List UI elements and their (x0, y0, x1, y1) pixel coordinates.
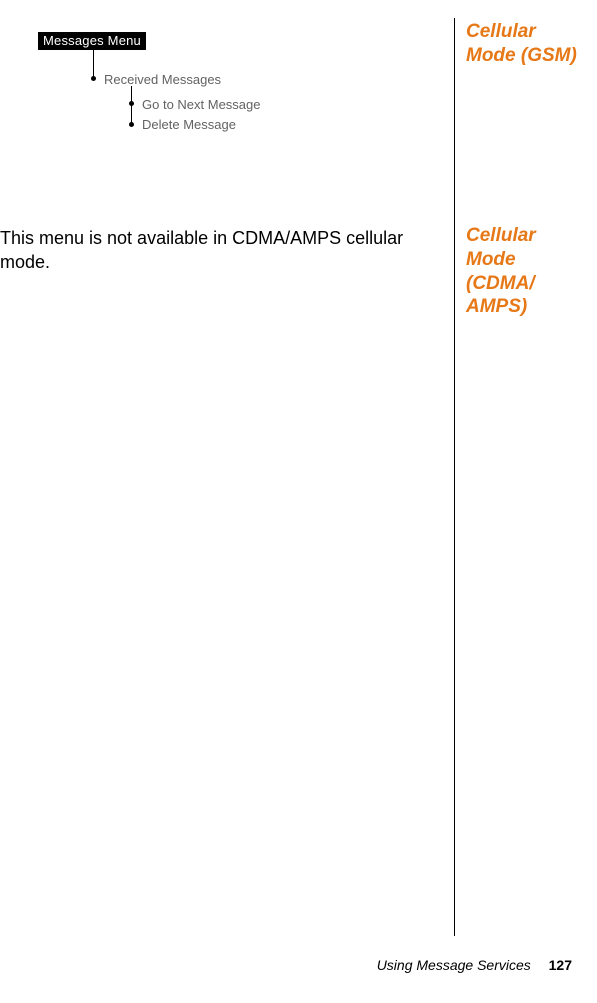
menu-item-received: Received Messages (104, 72, 221, 87)
footer-section: Using Message Services (377, 957, 531, 973)
sidebar-heading-cdma: Cellular Mode (CDMA/ AMPS) (466, 224, 586, 319)
vertical-divider (454, 18, 455, 936)
body-paragraph: This menu is not available in CDMA/AMPS … (0, 226, 440, 275)
menu-root-label: Messages Menu (38, 32, 146, 50)
menu-item-next: Go to Next Message (142, 97, 261, 112)
bullet-icon (91, 76, 96, 81)
footer-page-number: 127 (549, 957, 572, 973)
menu-tree: Messages Menu Received Messages Go to Ne… (38, 32, 146, 50)
sidebar-heading-gsm: Cellular Mode (GSM) (466, 20, 586, 68)
menu-item-delete: Delete Message (142, 117, 236, 132)
page-footer: Using Message Services 127 (377, 957, 572, 973)
bullet-icon (129, 122, 134, 127)
bullet-icon (129, 101, 134, 106)
tree-connector (93, 50, 94, 78)
